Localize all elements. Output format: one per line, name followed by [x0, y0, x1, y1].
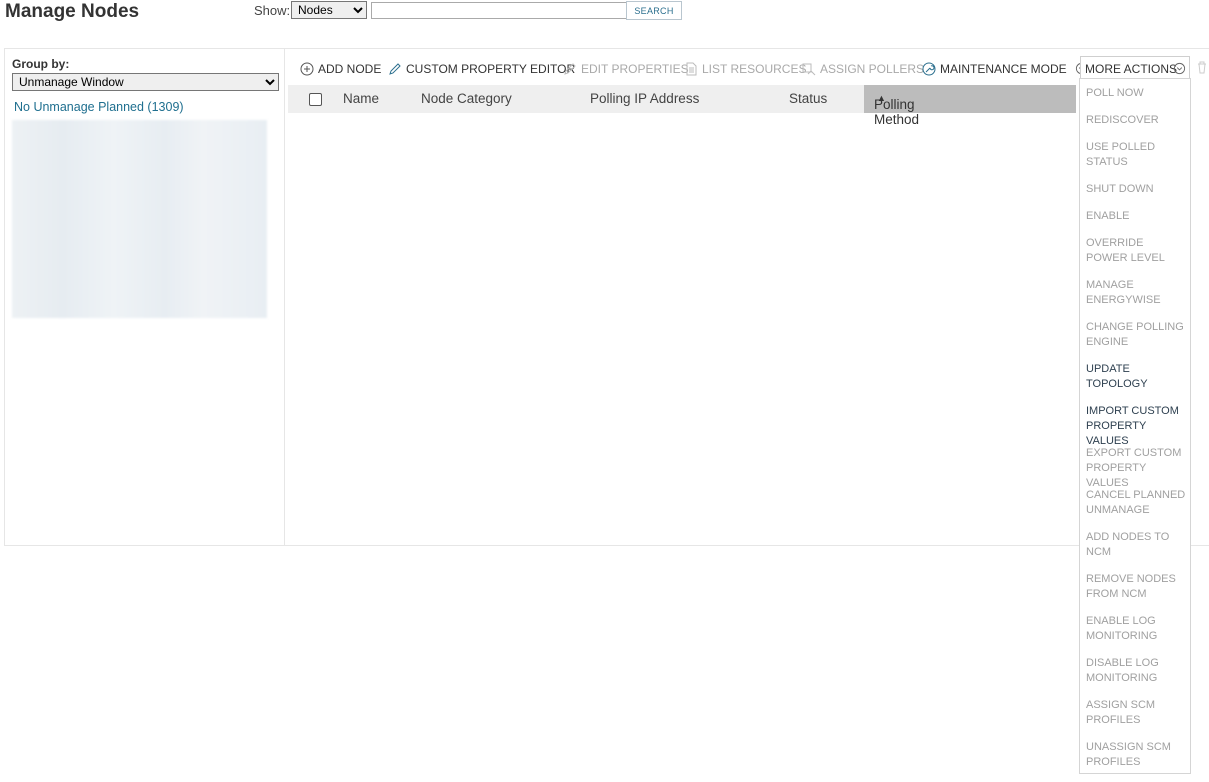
- pencil-icon: [563, 62, 577, 76]
- search-button[interactable]: SEARCH: [626, 1, 682, 20]
- document-icon: [684, 62, 698, 76]
- more-actions-menu: POLL NOW REDISCOVER USE POLLED STATUS SH…: [1079, 78, 1191, 774]
- trash-icon: [1196, 61, 1208, 79]
- group-link-no-unmanage-planned[interactable]: No Unmanage Planned (1309): [14, 100, 184, 114]
- column-header-node-category[interactable]: Node Category: [421, 91, 512, 106]
- add-node-label: ADD NODE: [318, 62, 382, 76]
- menu-item-disable-log-monitoring[interactable]: DISABLE LOG MONITORING: [1086, 656, 1188, 686]
- menu-item-rediscover[interactable]: REDISCOVER: [1086, 113, 1188, 128]
- menu-item-export-custom-property-values[interactable]: EXPORT CUSTOM PROPERTY VALUES: [1086, 446, 1188, 491]
- custom-property-editor-button[interactable]: CUSTOM PROPERTY EDITOR: [388, 62, 575, 76]
- custom-property-editor-label: CUSTOM PROPERTY EDITOR: [406, 62, 576, 76]
- show-label: Show:: [254, 3, 291, 18]
- menu-item-add-nodes-to-ncm[interactable]: ADD NODES TO NCM: [1086, 530, 1188, 560]
- menu-item-enable[interactable]: ENABLE: [1086, 209, 1188, 224]
- column-header-polling-method[interactable]: Polling Method ▲: [864, 85, 1076, 127]
- more-actions-button[interactable]: MORE ACTIONS: [1080, 56, 1190, 79]
- blurred-group-list: [12, 120, 267, 318]
- maintenance-mode-button[interactable]: MAINTENANCE MODE: [922, 62, 1089, 76]
- menu-item-remove-nodes-from-ncm[interactable]: REMOVE NODES FROM NCM: [1086, 572, 1188, 602]
- edit-properties-button[interactable]: EDIT PROPERTIES: [563, 62, 689, 76]
- add-node-button[interactable]: ADD NODE: [300, 62, 381, 76]
- menu-item-assign-scm-profiles[interactable]: ASSIGN SCM PROFILES: [1086, 698, 1188, 728]
- column-header-status[interactable]: Status: [789, 91, 827, 106]
- poller-icon: [802, 62, 816, 76]
- sort-ascending-icon: ▲: [877, 93, 886, 103]
- assign-pollers-label: ASSIGN POLLERS: [820, 62, 925, 76]
- select-all-checkbox[interactable]: [309, 93, 322, 106]
- search-input[interactable]: [371, 2, 627, 19]
- menu-item-change-polling-engine[interactable]: CHANGE POLLING ENGINE: [1086, 320, 1188, 350]
- group-by-select[interactable]: Unmanage Window: [12, 73, 279, 91]
- page-title: Manage Nodes: [5, 1, 140, 22]
- list-resources-button[interactable]: LIST RESOURCES: [684, 62, 806, 76]
- pencil-icon: [388, 62, 402, 76]
- menu-item-use-polled-status[interactable]: USE POLLED STATUS: [1086, 140, 1188, 170]
- wrench-circle-icon: [922, 62, 936, 76]
- menu-item-unassign-scm-profiles[interactable]: UNASSIGN SCM PROFILES: [1086, 740, 1188, 770]
- plus-circle-icon: [300, 62, 314, 76]
- grid-header: Name Node Category Polling IP Address St…: [288, 85, 1076, 127]
- list-resources-label: LIST RESOURCES: [702, 62, 807, 76]
- menu-item-enable-log-monitoring[interactable]: ENABLE LOG MONITORING: [1086, 614, 1188, 644]
- menu-item-cancel-planned-unmanage[interactable]: CANCEL PLANNED UNMANAGE: [1086, 488, 1188, 518]
- group-by-label: Group by:: [12, 57, 70, 71]
- column-header-name[interactable]: Name: [343, 91, 379, 106]
- more-actions-label: MORE ACTIONS: [1085, 62, 1178, 76]
- column-header-polling-ip-address[interactable]: Polling IP Address: [590, 91, 699, 106]
- chevron-down-circle-icon: [1173, 62, 1186, 78]
- menu-item-import-custom-property-values[interactable]: IMPORT CUSTOM PROPERTY VALUES: [1086, 404, 1188, 449]
- menu-item-shut-down[interactable]: SHUT DOWN: [1086, 182, 1188, 197]
- menu-item-manage-energywise[interactable]: MANAGE ENERGYWISE: [1086, 278, 1188, 308]
- maintenance-mode-label: MAINTENANCE MODE: [940, 62, 1067, 76]
- edit-properties-label: EDIT PROPERTIES: [581, 62, 689, 76]
- show-select[interactable]: Nodes: [291, 1, 367, 19]
- group-by-pane: Group by: Unmanage Window No Unmanage Pl…: [4, 48, 285, 546]
- menu-item-poll-now[interactable]: POLL NOW: [1086, 86, 1188, 101]
- menu-item-override-power-level[interactable]: OVERRIDE POWER LEVEL: [1086, 236, 1188, 266]
- assign-pollers-button[interactable]: ASSIGN POLLERS: [802, 62, 924, 76]
- toolbar: ADD NODE CUSTOM PROPERTY EDITOR EDIT PRO…: [288, 56, 1209, 81]
- menu-item-update-topology[interactable]: UPDATE TOPOLOGY: [1086, 362, 1188, 392]
